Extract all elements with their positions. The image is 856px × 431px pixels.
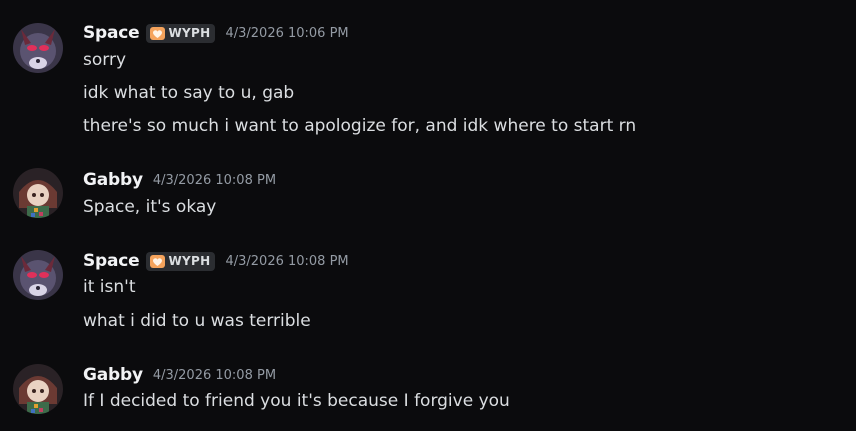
message-header: Gabby 4/3/2026 10:08 PM	[83, 168, 276, 192]
message-text: sorry	[83, 50, 126, 70]
username[interactable]: Space	[83, 23, 140, 43]
heart-icon	[149, 26, 165, 40]
message-text: it isn't	[83, 277, 136, 297]
timestamp: 4/3/2026 10:08 PM	[152, 172, 277, 188]
chat-message-list: Space WYPH 4/3/2026 10:06 PM sorry idk w…	[0, 0, 856, 431]
message-text: Space, it's okay	[83, 197, 217, 217]
timestamp: 4/3/2026 10:06 PM	[225, 25, 349, 41]
username[interactable]: Gabby	[83, 365, 143, 385]
server-tag-label: WYPH	[168, 26, 211, 40]
message-header: Space WYPH 4/3/2026 10:08 PM	[83, 249, 349, 273]
message-header: Space WYPH 4/3/2026 10:06 PM	[83, 21, 349, 45]
username[interactable]: Gabby	[83, 170, 143, 190]
heart-icon	[149, 254, 165, 268]
timestamp: 4/3/2026 10:08 PM	[225, 253, 349, 269]
avatar[interactable]	[13, 364, 63, 414]
timestamp: 4/3/2026 10:08 PM	[152, 367, 277, 383]
avatar[interactable]	[13, 23, 63, 73]
message-text: idk what to say to u, gab	[83, 83, 295, 103]
avatar[interactable]	[13, 168, 63, 218]
message-text: there's so much i want to apologize for,…	[83, 116, 637, 136]
server-tag-label: WYPH	[168, 254, 211, 268]
message-text: If I decided to friend you it's because …	[83, 391, 510, 411]
username[interactable]: Space	[83, 251, 140, 271]
message-header: Gabby 4/3/2026 10:08 PM	[83, 363, 276, 387]
message-text: what i did to u was terrible	[83, 311, 311, 331]
avatar[interactable]	[13, 250, 63, 300]
server-tag-badge[interactable]: WYPH	[145, 251, 216, 271]
server-tag-badge[interactable]: WYPH	[145, 23, 216, 43]
